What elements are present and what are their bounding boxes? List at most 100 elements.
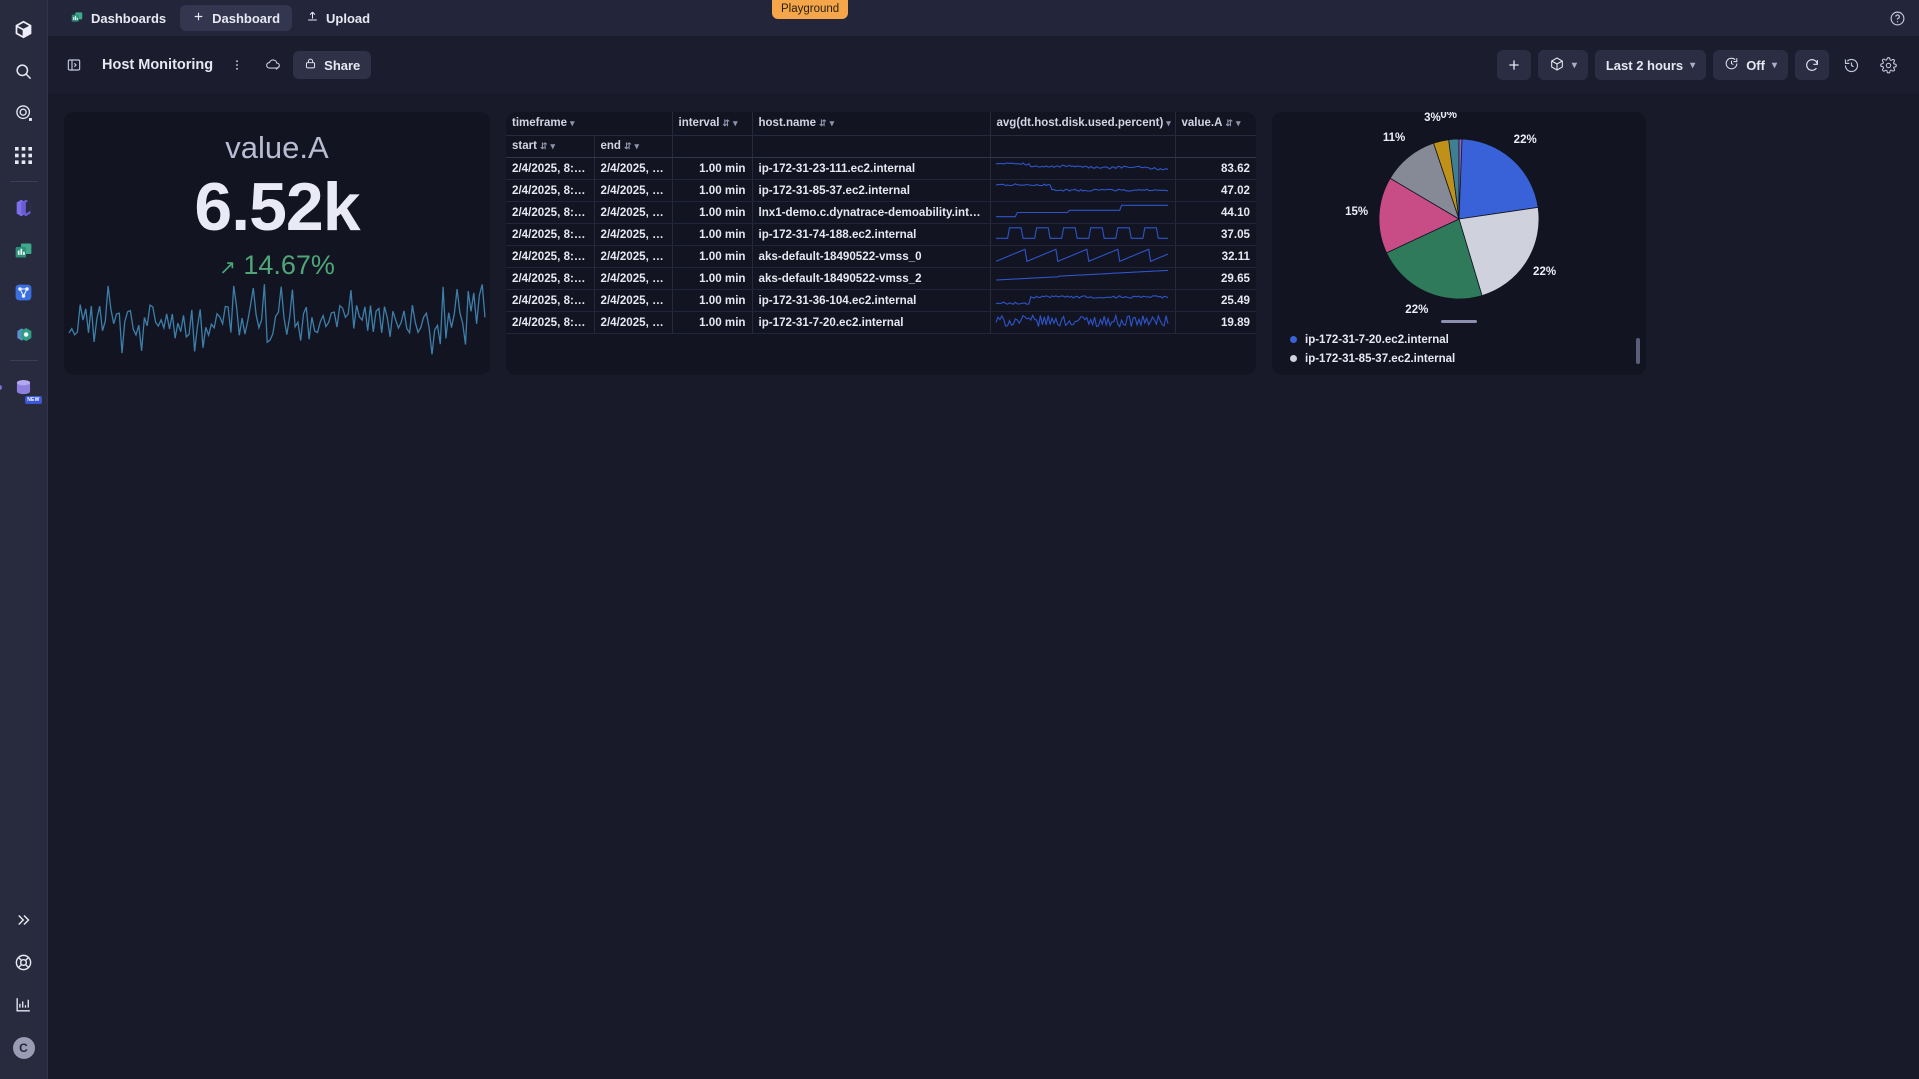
table-row[interactable]: 2/4/2025, 8:4...2/4/2025, 1...1.00 minip… [506,157,1256,179]
table-row[interactable]: 2/4/2025, 8:4...2/4/2025, 1...1.00 minip… [506,311,1256,333]
avatar[interactable]: C [7,1031,41,1065]
analytics-icon[interactable] [7,987,41,1021]
davis-ai-icon[interactable] [7,96,41,130]
cell-start: 2/4/2025, 8:4... [506,179,594,201]
chevron-down-icon[interactable]: ▾ [1166,118,1171,128]
row-sparkline [994,246,1170,264]
cell-start: 2/4/2025, 8:4... [506,223,594,245]
sort-icon[interactable]: ⇵ [1225,118,1233,128]
upload-icon [306,10,319,26]
kebab-menu-icon[interactable] [223,51,251,79]
launchpad-icon[interactable] [7,191,41,225]
tile-table[interactable]: timeframe▾ interval⇵▾ host.name⇵▾ avg(dt… [506,112,1256,375]
row-sparkline [994,268,1170,286]
table-row[interactable]: 2/4/2025, 8:4...2/4/2025, 1...1.00 minip… [506,289,1256,311]
chevron-down-icon: ▾ [1690,60,1695,71]
tile-title: value.A [64,130,490,166]
sort-icon[interactable]: ⇵ [722,118,730,128]
refresh-rate-selector[interactable]: Off ▾ [1713,50,1788,80]
legend-item[interactable]: ip-172-31-7-20.ec2.internal [1290,330,1646,349]
storage-icon[interactable]: NEW [7,370,41,404]
timeframe-selector[interactable]: Last 2 hours ▾ [1595,50,1706,80]
table-sub-header-row: start⇵▾ end⇵▾ [506,135,1256,157]
chevron-down-icon: ▾ [1572,60,1577,71]
pie-legend: ip-172-31-7-20.ec2.internal ip-172-31-85-… [1272,330,1646,375]
cell-interval: 1.00 min [672,201,752,223]
tab-upload[interactable]: Upload [294,5,382,31]
cell-value: 19.89 [1175,311,1256,333]
dashboard-canvas: value.A 6.52k ↗ 14.67% timeframe▾ int [48,94,1919,1079]
cell-end: 2/4/2025, 1... [594,311,672,333]
chevron-down-icon[interactable]: ▾ [550,141,555,151]
column-header-start[interactable]: start⇵▾ [506,135,594,157]
asset-selector-button[interactable]: ▾ [1538,50,1588,80]
cell-interval: 1.00 min [672,311,752,333]
help-circle-icon[interactable] [1885,6,1909,30]
header-label: timeframe [512,117,567,129]
sort-icon[interactable]: ⇵ [540,141,548,151]
lifebuoy-icon[interactable] [7,945,41,979]
chevron-down-icon[interactable]: ▾ [635,141,640,151]
table-row[interactable]: 2/4/2025, 8:4...2/4/2025, 1...1.00 minip… [506,179,1256,201]
column-header-disk-used[interactable]: avg(dt.host.disk.used.percent)▾ [990,112,1175,135]
expand-chevrons-icon[interactable] [7,903,41,937]
sort-icon[interactable]: ⇵ [624,141,632,151]
chevron-down-icon[interactable]: ▾ [830,118,835,128]
legend-item[interactable]: ip-172-31-85-37.ec2.internal [1290,349,1646,368]
add-tile-button[interactable] [1497,50,1531,80]
tile-pie-chart[interactable]: 22%22%22%15%11%3%0% ip-172-31-7-20.ec2.i… [1272,112,1646,375]
header-label: start [512,140,537,152]
tab-dashboards[interactable]: Dashboards [58,5,178,31]
gear-icon[interactable] [1873,50,1903,80]
table-row[interactable]: 2/4/2025, 8:4...2/4/2025, 1...1.00 minln… [506,201,1256,223]
notebooks-icon[interactable] [7,317,41,351]
reload-button[interactable] [1795,50,1829,80]
chevron-down-icon[interactable]: ▾ [733,118,738,128]
app-grid-icon[interactable] [7,138,41,172]
panel-toggle-icon[interactable] [60,51,88,79]
cell-interval: 1.00 min [672,245,752,267]
cell-value: 47.02 [1175,179,1256,201]
dashboards-icon [70,10,84,27]
subheader-spacer-disk [990,135,1175,157]
table-row[interactable]: 2/4/2025, 8:4...2/4/2025, 1...1.00 minip… [506,223,1256,245]
cloud-check-icon[interactable] [259,51,287,79]
top-tab-bar: Dashboards Dashboard Upload [48,0,1919,36]
share-button[interactable]: Share [293,51,371,79]
sidebar-item-dashboards[interactable] [7,233,41,267]
row-sparkline [994,202,1170,220]
tab-dashboard[interactable]: Dashboard [180,5,292,31]
sort-icon[interactable]: ⇵ [819,118,827,128]
chevron-down-icon[interactable]: ▾ [1236,118,1241,128]
header-label: host.name [759,117,817,129]
pie-percent-label: 15% [1345,206,1368,218]
cell-start: 2/4/2025, 8:4... [506,201,594,223]
cell-value: 25.49 [1175,289,1256,311]
cell-end: 2/4/2025, 1... [594,267,672,289]
dashboard-header: Host Monitoring Share ▾ Last 2 hours ▾ [48,36,1919,94]
header-label: end [601,140,621,152]
table-row[interactable]: 2/4/2025, 8:4...2/4/2025, 1...1.00 minak… [506,267,1256,289]
column-header-hostname[interactable]: host.name⇵▾ [752,112,990,135]
column-header-timeframe[interactable]: timeframe▾ [506,112,672,135]
logo-icon[interactable] [7,12,41,46]
search-icon[interactable] [7,54,41,88]
column-header-valuea[interactable]: value.A⇵▾ [1175,112,1256,135]
row-sparkline [994,290,1170,308]
pie-percent-label: 22% [1533,266,1556,278]
legend-drag-handle[interactable] [1441,320,1477,323]
chevron-down-icon[interactable]: ▾ [570,118,575,128]
tile-single-value[interactable]: value.A 6.52k ↗ 14.67% [64,112,490,375]
refresh-rate-label: Off [1746,58,1765,73]
workflows-icon[interactable] [7,275,41,309]
subheader-spacer-value [1175,135,1256,157]
legend-scrollbar[interactable] [1636,338,1640,364]
column-header-end[interactable]: end⇵▾ [594,135,672,157]
pie-slice[interactable] [1459,139,1538,219]
column-header-interval[interactable]: interval⇵▾ [672,112,752,135]
legend-label: ip-172-31-85-37.ec2.internal [1305,353,1455,365]
cell-hostname: ip-172-31-85-37.ec2.internal [752,179,990,201]
header-label: value.A [1182,117,1223,129]
clock-history-icon[interactable] [1836,50,1866,80]
table-row[interactable]: 2/4/2025, 8:4...2/4/2025, 1...1.00 minak… [506,245,1256,267]
